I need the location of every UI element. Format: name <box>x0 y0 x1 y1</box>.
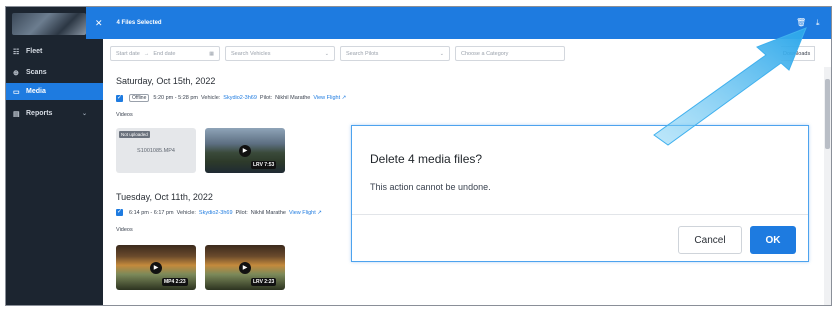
section-label: Videos <box>116 227 133 233</box>
close-icon[interactable]: ✕ <box>95 18 103 29</box>
vehicle-select-placeholder: Search Vehicles <box>231 50 271 57</box>
group-checkbox[interactable]: ✓ <box>116 94 123 102</box>
sidebar-item-label: Reports <box>26 110 53 117</box>
group-date: Tuesday, Oct 11th, 2022 <box>116 192 213 202</box>
fleet-icon: ☷ <box>13 48 20 56</box>
selection-count: 4 Files Selected <box>116 20 162 26</box>
end-date-input[interactable]: End date <box>153 51 175 57</box>
sidebar-item-label: Fleet <box>26 48 43 55</box>
pilot-select-placeholder: Search Pilots <box>346 50 379 57</box>
vehicle-label: Vehicle: <box>176 209 196 216</box>
downloads-button[interactable]: Downloads <box>781 46 816 61</box>
media-thumbnail[interactable]: ▶ LRV 2:23 <box>205 245 285 290</box>
reports-icon: ▤ <box>13 110 20 118</box>
vehicle-link[interactable]: Skydio2-3h69 <box>223 95 257 101</box>
sidebar: ☷ Fleet ⊕ Scans ▭ Media ▤ Reports ⌄ <box>6 7 103 305</box>
sidebar-item-label: Media <box>26 88 46 95</box>
pilot-label: Pilot: <box>235 209 248 216</box>
section-label: Videos <box>116 112 133 118</box>
media-thumbnail[interactable]: ▶ MP4 2:23 <box>116 245 196 290</box>
view-flight-link[interactable]: View Flight ↗ <box>289 210 322 216</box>
filter-bar: Start date → End date ▦ Search Vehicles … <box>110 46 570 61</box>
flight-meta: ✓ 6:14 pm - 6:17 pm Vehicle: Skydio2-3h6… <box>116 209 322 216</box>
media-thumbnail[interactable]: ▶ LRV 7:53 <box>205 128 285 173</box>
scrollbar[interactable] <box>824 67 831 305</box>
media-filename: S1001085.MP4 <box>137 148 175 154</box>
flight-meta: ✓ Offline 5:20 pm - 5:28 pm Vehicle: Sky… <box>116 94 346 102</box>
vehicle-label: Vehicle: <box>201 95 221 101</box>
flight-time: 5:20 pm - 5:28 pm <box>153 95 199 101</box>
dialog-title: Delete 4 media files? <box>370 152 483 166</box>
chevron-down-icon[interactable]: ⌄ <box>82 110 87 117</box>
sidebar-item-scans[interactable]: ⊕ Scans <box>6 64 103 81</box>
vehicle-link[interactable]: Skydio2-3h69 <box>199 210 233 216</box>
play-icon: ▶ <box>239 145 251 157</box>
start-date-input[interactable]: Start date <box>116 51 140 57</box>
play-icon: ▶ <box>150 262 162 274</box>
pilot-label: Pilot: <box>259 95 273 101</box>
flight-time: 6:14 pm - 6:17 pm <box>129 209 174 216</box>
pilot-select[interactable]: Search Pilots ⌄ <box>340 46 450 61</box>
media-icon: ▭ <box>13 88 20 96</box>
group-date: Saturday, Oct 15th, 2022 <box>116 76 216 86</box>
sidebar-item-fleet[interactable]: ☷ Fleet <box>6 43 103 60</box>
delete-icon[interactable]: 🗑 <box>796 18 806 27</box>
ok-button[interactable]: OK <box>750 226 796 254</box>
date-range-picker[interactable]: Start date → End date ▦ <box>110 46 220 61</box>
sidebar-item-label: Scans <box>26 69 47 76</box>
not-uploaded-badge: Not uploaded <box>119 131 150 138</box>
media-duration-tag: MP4 2:23 <box>162 278 188 286</box>
app-window: ☷ Fleet ⊕ Scans ▭ Media ▤ Reports ⌄ ✕ 4 … <box>5 6 832 306</box>
calendar-icon: ▦ <box>209 50 214 57</box>
pilot-name: Nikhil Marathe <box>250 209 286 216</box>
chevron-down-icon: ⌄ <box>439 50 444 57</box>
media-duration-tag: LRV 2:23 <box>251 278 277 286</box>
scans-icon: ⊕ <box>13 69 19 77</box>
chevron-down-icon: ⌄ <box>324 50 329 57</box>
scrollbar-thumb[interactable] <box>825 79 830 149</box>
category-select[interactable]: Choose a Category <box>455 46 565 61</box>
confirm-delete-dialog: Delete 4 media files? This action cannot… <box>351 125 809 262</box>
play-icon: ▶ <box>239 262 251 274</box>
sidebar-item-reports[interactable]: ▤ Reports ⌄ <box>6 105 103 122</box>
dialog-divider <box>352 214 808 215</box>
selection-bar: ✕ 4 Files Selected 🗑 ⤓ <box>86 7 831 39</box>
media-thumbnail[interactable]: Not uploaded S1001085.MP4 <box>116 128 196 173</box>
arrow-icon: → <box>143 50 150 57</box>
media-duration-tag: LRV 7:53 <box>251 161 277 169</box>
cancel-button[interactable]: Cancel <box>678 226 742 254</box>
status-badge: Offline <box>129 94 150 102</box>
vehicle-select[interactable]: Search Vehicles ⌄ <box>225 46 335 61</box>
download-icon[interactable]: ⤓ <box>816 18 820 28</box>
pilot-name: Nikhil Marathe <box>275 95 311 101</box>
view-flight-link[interactable]: View Flight ↗ <box>313 95 346 101</box>
brand-logo <box>12 13 86 35</box>
sidebar-item-media[interactable]: ▭ Media <box>6 83 103 100</box>
group-checkbox[interactable]: ✓ <box>116 209 123 216</box>
dialog-message: This action cannot be undone. <box>370 182 491 192</box>
category-select-placeholder: Choose a Category <box>461 50 509 57</box>
